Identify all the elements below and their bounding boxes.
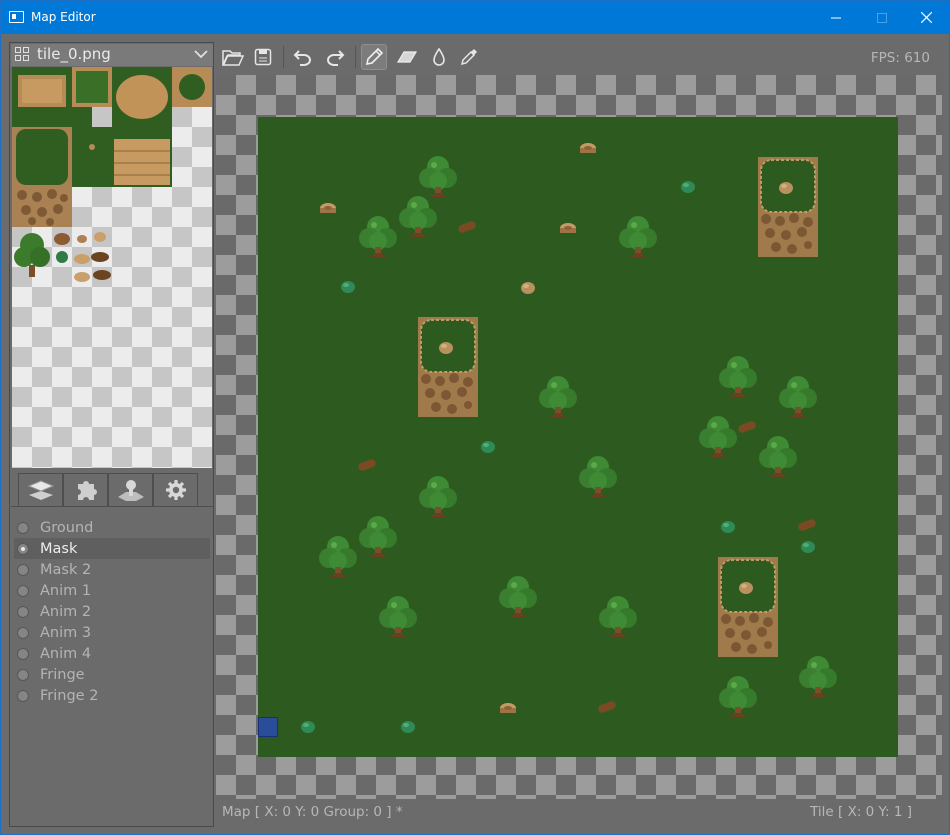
close-icon: [920, 12, 932, 23]
layer-radio[interactable]: [17, 668, 29, 681]
eraser-tool-button[interactable]: [394, 44, 420, 70]
tab-events[interactable]: [108, 473, 153, 507]
tileset-image: [12, 67, 212, 282]
undo-button[interactable]: [290, 44, 316, 70]
tile-status: Tile [ X: 0 Y: 1 ]: [810, 804, 912, 820]
maximize-icon: [877, 12, 887, 23]
window-title: Map Editor: [31, 10, 96, 24]
layer-item-anim-4[interactable]: Anim 4: [14, 643, 210, 664]
layer-item-anim-2[interactable]: Anim 2: [14, 601, 210, 622]
chevron-down-icon: [194, 50, 208, 59]
layer-label: Mask 2: [40, 561, 92, 578]
minimize-icon: [831, 17, 841, 18]
toolbar-separator: [355, 46, 356, 68]
map-pin-icon: [117, 480, 144, 501]
app-icon: [9, 11, 24, 23]
pencil-tool-button[interactable]: [361, 44, 387, 70]
layer-label: Anim 4: [40, 645, 92, 662]
layer-radio[interactable]: [17, 563, 29, 576]
pencil-icon: [365, 47, 384, 66]
tileset-name: tile_0.png: [37, 45, 111, 63]
minimize-button[interactable]: [813, 1, 859, 34]
layer-radio[interactable]: [17, 647, 29, 660]
title-bar[interactable]: Map Editor: [1, 1, 949, 34]
layer-label: Fringe 2: [40, 687, 99, 704]
panel-tabs: [18, 473, 198, 507]
client-area: tile_0.png Ground Mask Mask 2 Anim 1 Ani…: [1, 34, 949, 834]
map-tiles: [301, 143, 837, 733]
layers-icon: [27, 480, 54, 500]
fill-tool-button[interactable]: [426, 44, 452, 70]
map-status: Map [ X: 0 Y: 0 Group: 0 ] *: [222, 804, 403, 820]
layer-label: Ground: [40, 519, 94, 536]
eyedropper-tool-button[interactable]: [456, 44, 482, 70]
tileset-grid-icon: [15, 47, 30, 62]
map-canvas[interactable]: [258, 117, 898, 757]
tileset-dropdown[interactable]: tile_0.png: [11, 44, 213, 66]
tile-cursor: [258, 717, 278, 737]
eyedropper-icon: [460, 49, 477, 66]
layer-radio[interactable]: [17, 584, 29, 597]
puzzle-icon: [77, 481, 97, 500]
open-button[interactable]: [220, 44, 246, 70]
map-editor-window: Map Editor tile_0.png Ground Mask Mask 2…: [0, 0, 950, 835]
tab-attributes[interactable]: [63, 473, 108, 507]
layer-list: Ground Mask Mask 2 Anim 1 Anim 2 Anim 3 …: [14, 517, 210, 706]
tab-settings[interactable]: [153, 473, 198, 507]
layer-radio[interactable]: [17, 542, 29, 555]
redo-icon: [327, 50, 345, 66]
save-button[interactable]: [250, 44, 276, 70]
layer-label: Anim 2: [40, 603, 92, 620]
layer-item-mask[interactable]: Mask: [14, 538, 210, 559]
toolbar-separator: [283, 46, 284, 68]
open-icon: [222, 50, 244, 66]
layer-item-anim-3[interactable]: Anim 3: [14, 622, 210, 643]
eraser-icon: [396, 51, 418, 63]
layer-radio[interactable]: [17, 605, 29, 618]
tileset-palette[interactable]: [12, 67, 212, 468]
layer-item-mask-2[interactable]: Mask 2: [14, 559, 210, 580]
layer-label: Anim 3: [40, 624, 92, 641]
layer-radio[interactable]: [17, 521, 29, 534]
layer-label: Anim 1: [40, 582, 92, 599]
layer-item-fringe-2[interactable]: Fringe 2: [14, 685, 210, 706]
close-button[interactable]: [903, 1, 949, 34]
layer-label: Fringe: [40, 666, 85, 683]
tab-divider: [11, 506, 213, 507]
fps-counter: FPS: 610: [870, 50, 930, 66]
map-viewport[interactable]: [216, 75, 942, 799]
layer-item-anim-1[interactable]: Anim 1: [14, 580, 210, 601]
layer-item-ground[interactable]: Ground: [14, 517, 210, 538]
layer-item-fringe[interactable]: Fringe: [14, 664, 210, 685]
layer-label: Mask: [40, 540, 78, 557]
maximize-button[interactable]: [859, 1, 905, 34]
save-icon: [254, 48, 272, 66]
undo-icon: [293, 50, 311, 66]
toolbar: FPS: 610: [216, 42, 942, 72]
layer-radio[interactable]: [17, 626, 29, 639]
left-panel: tile_0.png Ground Mask Mask 2 Anim 1 Ani…: [9, 42, 214, 827]
redo-button[interactable]: [322, 44, 348, 70]
fill-icon: [433, 47, 445, 66]
layer-radio[interactable]: [17, 689, 29, 702]
tab-layers[interactable]: [18, 473, 63, 507]
gear-icon: [165, 480, 186, 500]
status-bar: Map [ X: 0 Y: 0 Group: 0 ] * Tile [ X: 0…: [216, 800, 942, 826]
